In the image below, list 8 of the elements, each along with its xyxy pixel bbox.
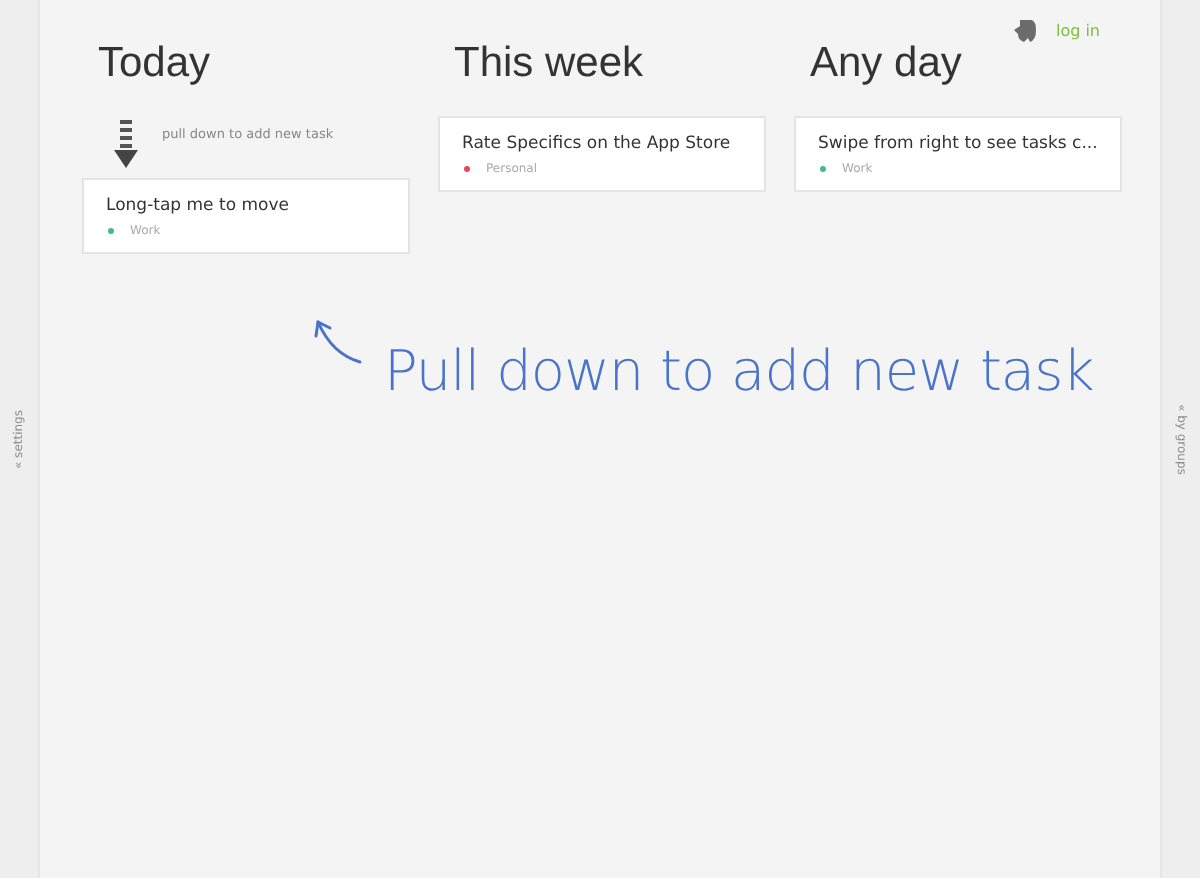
down-arrow-icon bbox=[114, 120, 138, 168]
task-title: Long-tap me to move bbox=[106, 196, 291, 216]
column-title: Today bbox=[96, 40, 213, 90]
callout-text: Pull down to add new task bbox=[384, 338, 1094, 404]
column-title: Any day bbox=[808, 40, 964, 90]
task-title: Swipe from right to see tasks c... bbox=[818, 134, 1100, 154]
task-title: Rate Specifics on the App Store bbox=[462, 134, 733, 154]
column-title: This week bbox=[452, 40, 646, 90]
